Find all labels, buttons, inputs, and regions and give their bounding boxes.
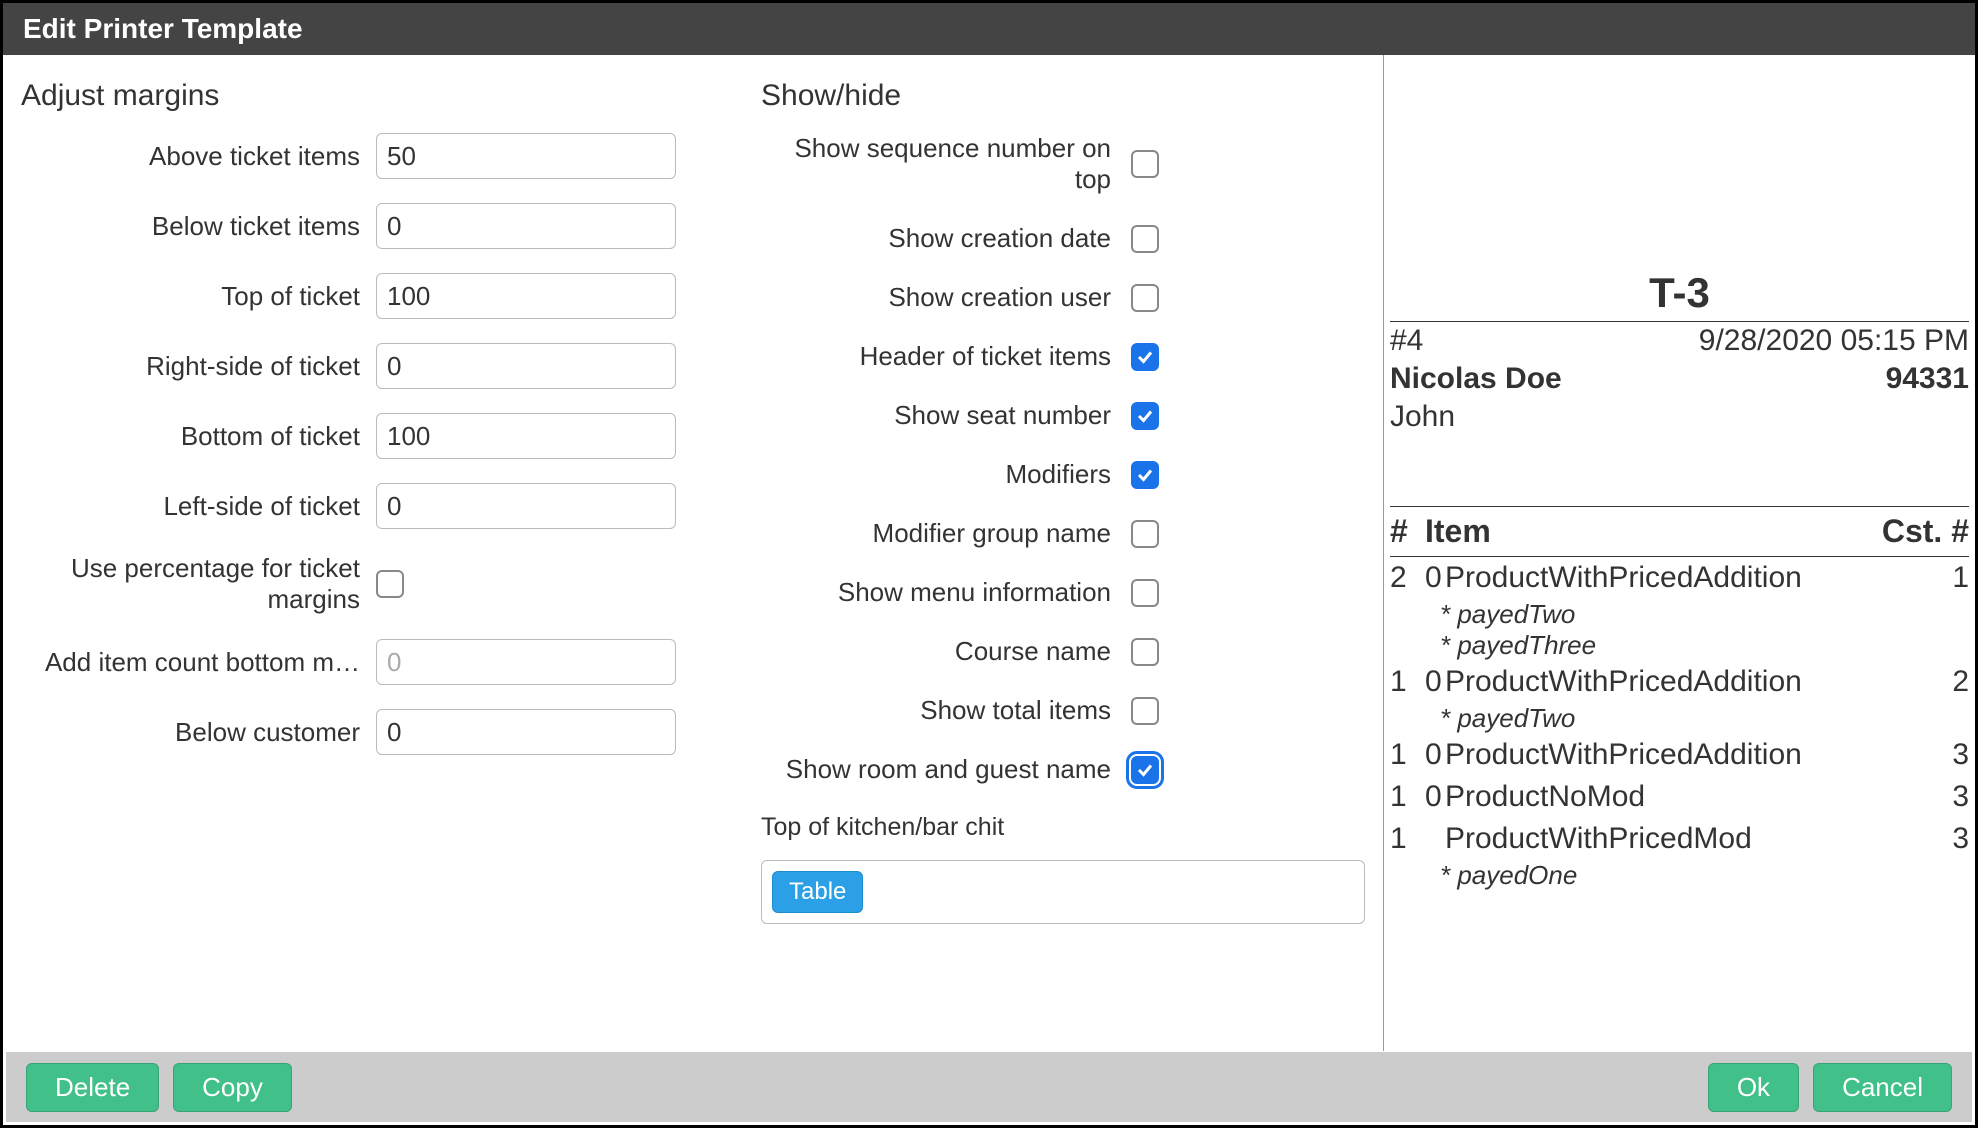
- checkbox-seat-number[interactable]: [1131, 402, 1159, 430]
- preview-item-row: 10ProductWithPricedAddition3: [1390, 734, 1969, 776]
- label-below-items: Below ticket items: [21, 211, 376, 242]
- checkbox-seq-top[interactable]: [1131, 150, 1159, 178]
- checkbox-course-name[interactable]: [1131, 638, 1159, 666]
- input-top[interactable]: [376, 273, 676, 319]
- tag-table[interactable]: Table: [772, 871, 863, 913]
- label-header-items: Header of ticket items: [761, 341, 1131, 372]
- preview-item-row: 20ProductWithPricedAddition1: [1390, 557, 1969, 599]
- input-below-items[interactable]: [376, 203, 676, 249]
- preview-table-title: T-3: [1390, 265, 1969, 321]
- label-room-guest: Show room and guest name: [761, 754, 1131, 785]
- preview-modifier: * payedThree: [1390, 630, 1969, 661]
- checkbox-total-items[interactable]: [1131, 697, 1159, 725]
- label-seat-number: Show seat number: [761, 400, 1131, 431]
- checkbox-header-items[interactable]: [1131, 343, 1159, 371]
- checkbox-menu-info[interactable]: [1131, 579, 1159, 607]
- preview-ref: 94331: [1886, 362, 1969, 396]
- dialog-title: Edit Printer Template: [3, 3, 1975, 55]
- checkbox-creation-date[interactable]: [1131, 225, 1159, 253]
- preview-header-row: # Item Cst. #: [1390, 507, 1969, 556]
- preview-datetime: 9/28/2020 05:15 PM: [1699, 324, 1969, 358]
- label-above-items: Above ticket items: [21, 141, 376, 172]
- label-total-items: Show total items: [761, 695, 1131, 726]
- label-modifiers: Modifiers: [761, 459, 1131, 490]
- label-seq-top: Show sequence number on top: [761, 133, 1131, 195]
- ok-button[interactable]: Ok: [1708, 1063, 1799, 1112]
- showhide-title: Show/hide: [761, 79, 1365, 113]
- margins-title: Adjust margins: [21, 79, 725, 113]
- preview-item-row: 10ProductWithPricedAddition2: [1390, 661, 1969, 703]
- label-creation-date: Show creation date: [761, 223, 1131, 254]
- cancel-button[interactable]: Cancel: [1813, 1063, 1952, 1112]
- checkbox-room-guest[interactable]: [1131, 756, 1159, 784]
- preview-server: John: [1390, 400, 1455, 434]
- label-bottom: Bottom of ticket: [21, 421, 376, 452]
- copy-button[interactable]: Copy: [173, 1063, 292, 1112]
- preview-modifier: * payedTwo: [1390, 599, 1969, 630]
- dialog-footer: Delete Copy Ok Cancel: [6, 1052, 1972, 1122]
- input-bottom[interactable]: [376, 413, 676, 459]
- label-below-customer: Below customer: [21, 717, 376, 748]
- label-menu-info: Show menu information: [761, 577, 1131, 608]
- label-right: Right-side of ticket: [21, 351, 376, 382]
- label-item-count-margin: Add item count bottom m…: [21, 647, 376, 678]
- label-left: Left-side of ticket: [21, 491, 376, 522]
- checkbox-modifiers[interactable]: [1131, 461, 1159, 489]
- preview-item-row: 1ProductWithPricedMod3: [1390, 818, 1969, 860]
- checkbox-creation-user[interactable]: [1131, 284, 1159, 312]
- ticket-preview: T-3 #4 9/28/2020 05:15 PM Nicolas Doe 94…: [1383, 55, 1975, 1051]
- preview-modifier: * payedTwo: [1390, 703, 1969, 734]
- label-creation-user: Show creation user: [761, 282, 1131, 313]
- preview-customer: Nicolas Doe: [1390, 362, 1562, 396]
- label-course-name: Course name: [761, 636, 1131, 667]
- preview-header-item: Item: [1425, 513, 1879, 550]
- label-use-percent: Use percentage for ticket margins: [21, 553, 376, 615]
- checkbox-mod-group-name[interactable]: [1131, 520, 1159, 548]
- input-left[interactable]: [376, 483, 676, 529]
- input-right[interactable]: [376, 343, 676, 389]
- checkbox-use-percent[interactable]: [376, 570, 404, 598]
- showhide-section: Show/hide Show sequence number on top Sho…: [743, 55, 1383, 1051]
- preview-header-cst: Cst. #: [1879, 513, 1969, 550]
- input-below-customer[interactable]: [376, 709, 676, 755]
- preview-item-row: 10ProductNoMod3: [1390, 776, 1969, 818]
- top-chit-label: Top of kitchen/bar chit: [761, 813, 1365, 842]
- label-top: Top of ticket: [21, 281, 376, 312]
- input-above-items[interactable]: [376, 133, 676, 179]
- preview-header-qty: #: [1390, 513, 1425, 550]
- preview-modifier: * payedOne: [1390, 860, 1969, 891]
- margins-section: Adjust margins Above ticket items Below …: [3, 55, 743, 1051]
- input-item-count-margin[interactable]: [376, 639, 676, 685]
- delete-button[interactable]: Delete: [26, 1063, 159, 1112]
- top-chit-tagbox[interactable]: Table: [761, 860, 1365, 924]
- label-mod-group-name: Modifier group name: [761, 518, 1131, 549]
- preview-seq: #4: [1390, 324, 1423, 358]
